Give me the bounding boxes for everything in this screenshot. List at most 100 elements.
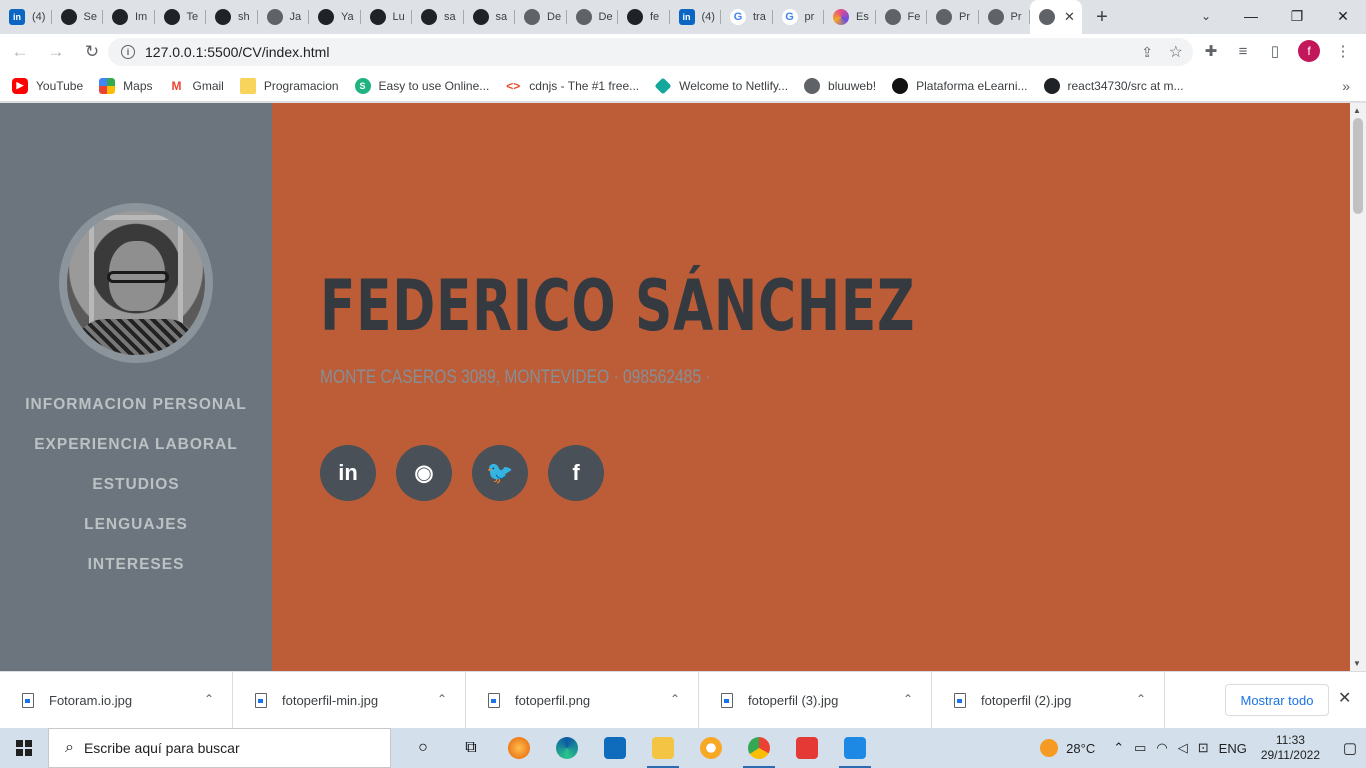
chrome-icon[interactable]: [735, 728, 783, 768]
browser-tab[interactable]: Se: [52, 0, 104, 34]
show-all-downloads-button[interactable]: Mostrar todo: [1225, 684, 1329, 716]
bookmark-item[interactable]: M Gmail: [168, 77, 224, 94]
download-item[interactable]: Fotoram.io.jpg ⌃: [0, 671, 233, 729]
browser-tab[interactable]: Fe: [876, 0, 928, 34]
close-tab-icon[interactable]: ✕: [1064, 9, 1075, 25]
chevron-up-icon[interactable]: ⌃: [1136, 692, 1146, 706]
close-downloads-icon[interactable]: ✕: [1338, 688, 1351, 708]
bookmark-item[interactable]: bluuweb!: [804, 77, 876, 94]
vscode-icon[interactable]: [831, 728, 879, 768]
bookmark-item[interactable]: ▶ YouTube: [12, 77, 83, 94]
mail-icon[interactable]: [591, 728, 639, 768]
forward-arrow-icon[interactable]: →: [40, 36, 72, 68]
bookmark-item[interactable]: Welcome to Netlify...: [654, 77, 788, 94]
youtube-icon: ▶: [12, 77, 28, 94]
browser-tab-active[interactable]: ✕: [1030, 0, 1082, 34]
browser-tab[interactable]: De: [567, 0, 619, 34]
notifications-icon[interactable]: ▢: [1334, 739, 1366, 757]
browser-tab[interactable]: Lu: [361, 0, 413, 34]
chevron-up-icon[interactable]: ⌃: [903, 692, 913, 706]
download-item[interactable]: fotoperfil.png ⌃: [466, 671, 699, 729]
browser-tab[interactable]: Im: [103, 0, 155, 34]
tab-search-icon[interactable]: ⌄: [1192, 0, 1220, 32]
download-item[interactable]: fotoperfil-min.jpg ⌃: [233, 671, 466, 729]
bookmark-item[interactable]: Maps: [99, 77, 153, 94]
network-icon[interactable]: ⊡: [1198, 740, 1209, 756]
sidebar-nav-item[interactable]: INFORMACION PERSONAL: [0, 385, 272, 425]
maximize-icon[interactable]: ❐: [1274, 0, 1320, 32]
share-icon[interactable]: ⇪: [1141, 44, 1153, 61]
url-text[interactable]: 127.0.0.1:5500/CV/index.html: [145, 44, 329, 60]
bookmark-item[interactable]: Plataforma eLearni...: [892, 77, 1028, 94]
media-control-icon[interactable]: ≡: [1234, 43, 1252, 60]
edge-icon[interactable]: [543, 728, 591, 768]
sidebar-nav-item[interactable]: INTERESES: [0, 545, 272, 585]
menu-kebab-icon[interactable]: ⋮: [1334, 42, 1352, 60]
browser-tab[interactable]: Ja: [258, 0, 310, 34]
bookmark-item[interactable]: react34730/src at m...: [1043, 77, 1184, 94]
sidebar-nav-item[interactable]: ESTUDIOS: [0, 465, 272, 505]
new-tab-button[interactable]: +: [1082, 0, 1122, 34]
scroll-down-icon[interactable]: ▼: [1353, 659, 1361, 668]
browser-tab[interactable]: Pr: [927, 0, 979, 34]
chevron-up-icon[interactable]: ⌃: [437, 692, 447, 706]
back-arrow-icon[interactable]: ←: [4, 36, 36, 68]
browser-tab[interactable]: in (4): [0, 0, 52, 34]
browser-tab[interactable]: sh: [206, 0, 258, 34]
battery-icon[interactable]: ▭: [1134, 740, 1146, 756]
wps-office-icon[interactable]: [783, 728, 831, 768]
browser-tab[interactable]: De: [515, 0, 567, 34]
extensions-icon[interactable]: ✚: [1202, 42, 1220, 60]
task-view-icon[interactable]: ⧉: [447, 728, 495, 768]
download-item[interactable]: fotoperfil (3).jpg ⌃: [699, 671, 932, 729]
browser-tab[interactable]: in (4): [670, 0, 722, 34]
bookmark-item[interactable]: S Easy to use Online...: [354, 77, 489, 94]
start-button[interactable]: [0, 728, 48, 768]
profile-avatar[interactable]: f: [1298, 40, 1320, 62]
browser-tab[interactable]: Gtra: [721, 0, 773, 34]
brave-icon[interactable]: [687, 728, 735, 768]
clock[interactable]: 11:33 29/11/2022: [1261, 733, 1320, 763]
address-bar[interactable]: i 127.0.0.1:5500/CV/index.html ⇪ ☆: [108, 38, 1193, 66]
bookmark-star-icon[interactable]: ☆: [1169, 42, 1183, 62]
scroll-up-icon[interactable]: ▲: [1353, 106, 1361, 115]
scroll-thumb[interactable]: [1353, 118, 1363, 214]
firefox-icon[interactable]: [495, 728, 543, 768]
reload-icon[interactable]: ↻: [76, 36, 108, 68]
file-explorer-icon[interactable]: [639, 728, 687, 768]
chevron-up-icon[interactable]: ⌃: [670, 692, 680, 706]
sidebar-nav-item[interactable]: LENGUAJES: [0, 505, 272, 545]
bookmark-item[interactable]: Programacion: [239, 77, 339, 94]
chevron-up-icon[interactable]: ⌃: [1113, 740, 1124, 756]
minimize-icon[interactable]: —: [1228, 0, 1274, 32]
browser-tab[interactable]: Te: [155, 0, 207, 34]
language-indicator[interactable]: ENG: [1219, 741, 1247, 756]
browser-tab[interactable]: Gpr: [773, 0, 825, 34]
browser-tab[interactable]: Es: [824, 0, 876, 34]
side-panel-icon[interactable]: ▯: [1266, 42, 1284, 60]
taskbar-search[interactable]: ⌕ Escribe aquí para buscar: [48, 728, 391, 768]
wifi-icon[interactable]: ◠: [1156, 740, 1167, 756]
cortana-icon[interactable]: ○: [399, 728, 447, 768]
github-button[interactable]: ◉: [396, 445, 452, 501]
github-icon: [112, 9, 128, 25]
download-item[interactable]: fotoperfil (2).jpg ⌃: [932, 671, 1165, 729]
chevron-up-icon[interactable]: ⌃: [204, 692, 214, 706]
sidebar-nav-item[interactable]: EXPERIENCIA LABORAL: [0, 425, 272, 465]
page-scrollbar[interactable]: ▲ ▼: [1350, 103, 1366, 671]
browser-tab[interactable]: fe: [618, 0, 670, 34]
browser-tab[interactable]: sa: [412, 0, 464, 34]
ring-icon: [833, 9, 849, 25]
bookmark-item[interactable]: <> cdnjs - The #1 free...: [505, 77, 639, 94]
twitter-button[interactable]: 🐦: [472, 445, 528, 501]
browser-tab[interactable]: Ya: [309, 0, 361, 34]
browser-tab[interactable]: Pr: [979, 0, 1031, 34]
browser-tab[interactable]: sa: [464, 0, 516, 34]
bookmarks-overflow-icon[interactable]: »: [1342, 78, 1350, 94]
weather-widget[interactable]: 28°C: [1040, 739, 1095, 757]
facebook-button[interactable]: f: [548, 445, 604, 501]
site-info-icon[interactable]: i: [121, 45, 135, 59]
linkedin-button[interactable]: in: [320, 445, 376, 501]
close-window-icon[interactable]: ✕: [1320, 0, 1366, 32]
volume-icon[interactable]: ◁: [1178, 740, 1188, 756]
